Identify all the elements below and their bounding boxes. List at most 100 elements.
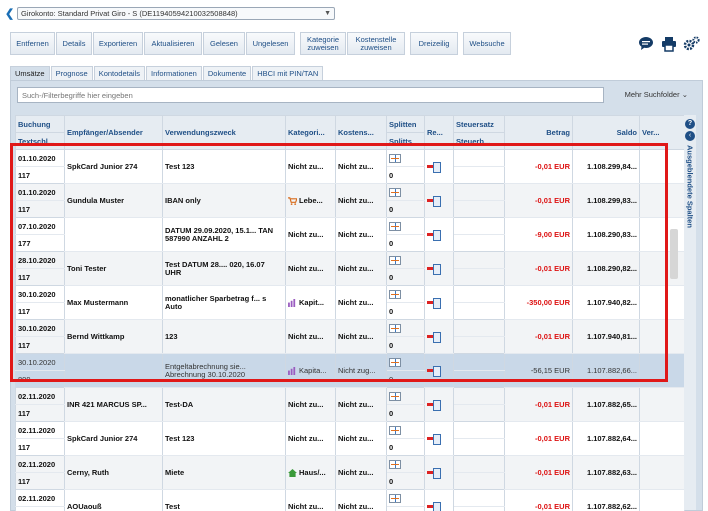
split-icon[interactable] bbox=[389, 323, 401, 333]
cell-return[interactable] bbox=[424, 387, 454, 422]
account-select[interactable]: Girokonto: Standard Privat Giro - S (DE1… bbox=[17, 6, 335, 20]
split-icon[interactable] bbox=[389, 153, 401, 163]
print-icon[interactable] bbox=[660, 35, 677, 52]
col-betrag[interactable]: Betrag bbox=[504, 115, 573, 150]
return-debit-icon[interactable] bbox=[427, 332, 441, 344]
cell-kategorie[interactable]: Nicht zu... bbox=[285, 149, 336, 184]
tab-umsaetze[interactable]: Umsätze bbox=[10, 66, 50, 80]
col-steuersatz[interactable]: Steuersatz bbox=[453, 115, 505, 133]
cell-return[interactable] bbox=[424, 285, 454, 320]
scroll-thumb[interactable] bbox=[670, 229, 678, 279]
return-debit-icon[interactable] bbox=[427, 468, 441, 480]
cell-splitten[interactable] bbox=[386, 217, 425, 235]
cell-splitten[interactable] bbox=[386, 285, 425, 303]
return-debit-icon[interactable] bbox=[427, 264, 441, 276]
tab-hbci[interactable]: HBCI mit PIN/TAN bbox=[252, 66, 324, 80]
cell-kostenstelle[interactable]: Nicht zug... bbox=[335, 353, 387, 388]
cell-steuersatz[interactable] bbox=[453, 183, 505, 201]
table-row[interactable]: 01.10.2020 SpkCard Junior 274 Test 123 Nich… bbox=[15, 149, 685, 184]
cell-kategorie[interactable]: Lebe... bbox=[285, 183, 336, 218]
table-scrollbar[interactable] bbox=[670, 181, 678, 511]
cell-steuersatz[interactable] bbox=[453, 455, 505, 473]
tab-prognose[interactable]: Prognose bbox=[50, 66, 93, 80]
split-icon[interactable] bbox=[389, 221, 401, 231]
export-button[interactable]: Exportieren bbox=[93, 32, 143, 55]
cell-kostenstelle[interactable]: Nicht zu... bbox=[335, 149, 387, 184]
split-icon[interactable] bbox=[389, 255, 401, 265]
split-icon[interactable] bbox=[389, 187, 401, 197]
cell-splitten[interactable] bbox=[386, 251, 425, 269]
cell-steuersatz[interactable] bbox=[453, 387, 505, 405]
cell-return[interactable] bbox=[424, 217, 454, 252]
cell-splitten[interactable] bbox=[386, 319, 425, 337]
mark-unread-button[interactable]: Ungelesen bbox=[246, 32, 295, 55]
col-re[interactable]: Re... bbox=[424, 115, 454, 150]
three-line-button[interactable]: Dreizeilig bbox=[410, 32, 458, 55]
cell-kategorie[interactable]: Nicht zu... bbox=[285, 251, 336, 286]
cell-return[interactable] bbox=[424, 149, 454, 184]
col-kategorie[interactable]: Kategori... bbox=[285, 115, 336, 150]
cell-return[interactable] bbox=[424, 455, 454, 490]
table-row[interactable]: 02.11.2020 Cerny, Ruth Miete Haus/... Nicht … bbox=[15, 455, 685, 490]
collapse-icon[interactable]: ‹ bbox=[685, 131, 695, 141]
table-row[interactable]: 30.10.2020 Entgeltabrechnung sie... Abrec… bbox=[15, 353, 685, 388]
comment-icon[interactable] bbox=[637, 35, 654, 52]
cell-kostenstelle[interactable]: Nicht zu... bbox=[335, 489, 387, 511]
cell-kostenstelle[interactable]: Nicht zu... bbox=[335, 217, 387, 252]
cell-splitten[interactable] bbox=[386, 353, 425, 371]
cell-kategorie[interactable]: Haus/... bbox=[285, 455, 336, 490]
cell-kategorie[interactable]: Nicht zu... bbox=[285, 489, 336, 511]
cell-return[interactable] bbox=[424, 489, 454, 511]
refresh-button[interactable]: Aktualisieren bbox=[144, 32, 202, 55]
col-empfaenger[interactable]: Empfänger/Absender bbox=[64, 115, 163, 150]
col-kostenstelle[interactable]: Kostens... bbox=[335, 115, 387, 150]
assign-category-button[interactable]: Kategorie zuweisen bbox=[300, 32, 346, 55]
assign-costcenter-button[interactable]: Kostenstelle zuweisen bbox=[347, 32, 405, 55]
help-icon[interactable]: ? bbox=[685, 119, 695, 129]
table-row[interactable]: 02.11.2020 AOUaouß Test Nicht zu... Nicht zu… bbox=[15, 489, 685, 511]
return-debit-icon[interactable] bbox=[427, 230, 441, 242]
cell-steuersatz[interactable] bbox=[453, 251, 505, 269]
cell-steuersatz[interactable] bbox=[453, 353, 505, 371]
cell-return[interactable] bbox=[424, 353, 454, 388]
cell-splitten[interactable] bbox=[386, 387, 425, 405]
cell-kategorie[interactable]: Kapita... bbox=[285, 353, 336, 388]
table-row[interactable]: 28.10.2020 Toni Tester Test DATUM 28.... 0… bbox=[15, 251, 685, 286]
details-button[interactable]: Details bbox=[56, 32, 92, 55]
cell-kategorie[interactable]: Nicht zu... bbox=[285, 319, 336, 354]
cell-kostenstelle[interactable]: Nicht zu... bbox=[335, 421, 387, 456]
col-buchung[interactable]: Buchung bbox=[15, 115, 65, 133]
return-debit-icon[interactable] bbox=[427, 162, 441, 174]
cell-kostenstelle[interactable]: Nicht zu... bbox=[335, 455, 387, 490]
col-steuerbetrag[interactable]: Steuerb... bbox=[453, 132, 505, 150]
table-row[interactable]: 01.10.2020 Gundula Muster IBAN only Lebe...… bbox=[15, 183, 685, 218]
cell-splitten[interactable] bbox=[386, 489, 425, 507]
split-icon[interactable] bbox=[389, 425, 401, 435]
cell-steuersatz[interactable] bbox=[453, 421, 505, 439]
tab-kontodetails[interactable]: Kontodetails bbox=[93, 66, 145, 80]
cell-kostenstelle[interactable]: Nicht zu... bbox=[335, 319, 387, 354]
col-splitten[interactable]: Splitten bbox=[386, 115, 425, 133]
table-row[interactable]: 30.10.2020 Bernd Wittkamp 123 Nicht zu... Ni… bbox=[15, 319, 685, 354]
split-icon[interactable] bbox=[389, 493, 401, 503]
cell-steuersatz[interactable] bbox=[453, 319, 505, 337]
cell-splitten[interactable] bbox=[386, 421, 425, 439]
table-row[interactable]: 02.11.2020 SpkCard Junior 274 Test 123 Nich… bbox=[15, 421, 685, 456]
cell-kategorie[interactable]: Nicht zu... bbox=[285, 217, 336, 252]
col-textschluessel[interactable]: Textschl... bbox=[15, 132, 65, 150]
cell-return[interactable] bbox=[424, 319, 454, 354]
cell-kostenstelle[interactable]: Nicht zu... bbox=[335, 183, 387, 218]
hidden-columns-label[interactable]: Ausgeblendete Spalten bbox=[686, 145, 695, 228]
back-arrow-icon[interactable]: ❮ bbox=[5, 7, 15, 20]
cell-return[interactable] bbox=[424, 421, 454, 456]
split-icon[interactable] bbox=[389, 289, 401, 299]
cell-kostenstelle[interactable]: Nicht zu... bbox=[335, 251, 387, 286]
col-verwendungszweck[interactable]: Verwendungszweck bbox=[162, 115, 286, 150]
mark-read-button[interactable]: Gelesen bbox=[203, 32, 245, 55]
return-debit-icon[interactable] bbox=[427, 434, 441, 446]
col-saldo[interactable]: Saldo bbox=[572, 115, 640, 150]
cell-splitten[interactable] bbox=[386, 455, 425, 473]
cell-steuersatz[interactable] bbox=[453, 217, 505, 235]
return-debit-icon[interactable] bbox=[427, 196, 441, 208]
cell-kostenstelle[interactable]: Nicht zu... bbox=[335, 387, 387, 422]
